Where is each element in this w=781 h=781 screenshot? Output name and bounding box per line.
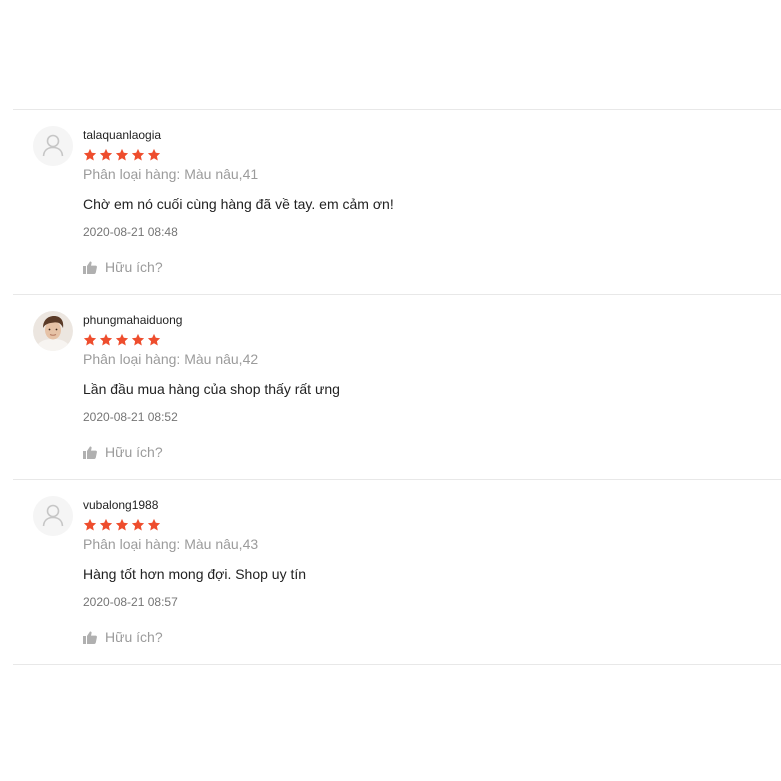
star-icon xyxy=(83,148,97,161)
avatar[interactable] xyxy=(33,126,73,166)
star-icon xyxy=(147,518,161,531)
review-item: phungmahaiduong Phân loại hàng: Màu nâu,… xyxy=(13,295,781,479)
helpful-label: Hữu ích? xyxy=(105,629,163,645)
thumbs-up-icon xyxy=(83,630,97,644)
user-silhouette-icon xyxy=(33,496,73,536)
avatar[interactable] xyxy=(33,311,73,351)
review-variation: Phân loại hàng: Màu nâu,43 xyxy=(83,536,259,552)
avatar[interactable] xyxy=(33,496,73,536)
user-silhouette-icon xyxy=(33,126,73,166)
star-icon xyxy=(147,333,161,346)
user-photo-icon xyxy=(33,311,73,351)
review-item: talaquanlaogia Phân loại hàng: Màu nâu,4… xyxy=(13,110,781,294)
star-rating xyxy=(83,148,161,162)
review-comment: Hàng tốt hơn mong đợi. Shop uy tín xyxy=(83,566,307,582)
star-icon xyxy=(115,333,129,346)
divider xyxy=(13,664,781,665)
star-icon xyxy=(131,518,145,531)
star-icon xyxy=(83,518,97,531)
review-comment: Lần đầu mua hàng của shop thấy rất ưng xyxy=(83,381,340,397)
review-item: vubalong1988 Phân loại hàng: Màu nâu,43 … xyxy=(13,480,781,664)
review-timestamp: 2020-08-21 08:57 xyxy=(83,595,178,609)
review-username[interactable]: phungmahaiduong xyxy=(83,313,182,327)
review-username[interactable]: vubalong1988 xyxy=(83,498,158,512)
star-icon xyxy=(83,333,97,346)
star-icon xyxy=(99,333,113,346)
helpful-label: Hữu ích? xyxy=(105,259,163,275)
star-icon xyxy=(131,148,145,161)
review-timestamp: 2020-08-21 08:48 xyxy=(83,225,178,239)
star-icon xyxy=(147,148,161,161)
star-rating xyxy=(83,333,161,347)
helpful-button[interactable]: Hữu ích? xyxy=(83,444,163,460)
helpful-button[interactable]: Hữu ích? xyxy=(83,629,163,645)
helpful-button[interactable]: Hữu ích? xyxy=(83,259,163,275)
review-variation: Phân loại hàng: Màu nâu,42 xyxy=(83,351,259,367)
star-icon xyxy=(115,148,129,161)
star-icon xyxy=(131,333,145,346)
star-icon xyxy=(115,518,129,531)
helpful-label: Hữu ích? xyxy=(105,444,163,460)
review-username[interactable]: talaquanlaogia xyxy=(83,128,161,142)
thumbs-up-icon xyxy=(83,260,97,274)
star-icon xyxy=(99,518,113,531)
review-comment: Chờ em nó cuối cùng hàng đã về tay. em c… xyxy=(83,196,394,212)
review-variation: Phân loại hàng: Màu nâu,41 xyxy=(83,166,259,182)
thumbs-up-icon xyxy=(83,445,97,459)
review-list: talaquanlaogia Phân loại hàng: Màu nâu,4… xyxy=(13,109,781,665)
review-timestamp: 2020-08-21 08:52 xyxy=(83,410,178,424)
star-rating xyxy=(83,518,161,532)
star-icon xyxy=(99,148,113,161)
